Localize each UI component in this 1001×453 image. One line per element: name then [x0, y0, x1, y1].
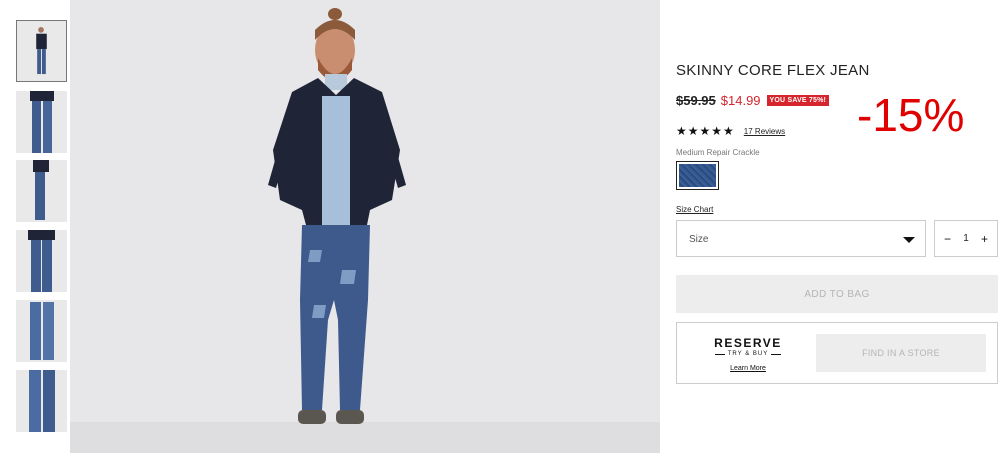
thumbnail-jeans-detail[interactable]	[16, 370, 67, 432]
sale-price: $14.99	[720, 93, 761, 108]
thumbnail-front-full[interactable]	[16, 20, 67, 82]
main-product-image[interactable]	[70, 0, 660, 453]
thumbnail-jeans-side[interactable]	[16, 160, 67, 222]
chevron-down-icon	[903, 237, 915, 243]
size-dropdown-label: Size	[689, 234, 709, 245]
reserve-logo: RESERVE TRY & BUY Learn More	[711, 336, 785, 375]
original-price: $59.95	[676, 93, 716, 108]
find-in-store-button[interactable]: FIND IN A STORE	[816, 334, 986, 372]
quantity-value: 1	[963, 233, 969, 244]
divider-line	[714, 353, 725, 355]
color-swatch[interactable]	[676, 161, 719, 190]
reserve-subtitle-text: TRY & BUY	[727, 351, 769, 357]
reserve-try-buy-panel: RESERVE TRY & BUY Learn More FIND IN A S…	[676, 322, 998, 384]
reviews-link[interactable]: 17 Reviews	[744, 127, 785, 136]
color-name-label: Medium Repair Crackle	[676, 148, 760, 157]
reserve-title: RESERVE	[714, 336, 782, 350]
divider-line	[771, 353, 782, 355]
star-rating-icon: ★★★★★	[676, 124, 735, 138]
color-swatch-image	[679, 164, 716, 187]
thumbnail-jeans-flat[interactable]	[16, 300, 67, 362]
size-dropdown[interactable]: Size	[676, 220, 926, 257]
thumbnail-jeans-front[interactable]	[16, 91, 67, 153]
thumbnail-jeans-back[interactable]	[16, 230, 67, 292]
rating-row: ★★★★★ 17 Reviews	[676, 124, 785, 138]
product-info-panel: SKINNY CORE FLEX JEAN $59.95 $14.99 YOU …	[676, 0, 998, 453]
savings-badge: YOU SAVE 75%!	[766, 95, 830, 106]
discount-overlay: -15%	[857, 89, 965, 141]
reserve-subtitle: TRY & BUY	[711, 351, 785, 357]
thumbnail-gallery	[0, 0, 70, 453]
add-to-bag-button[interactable]: ADD TO BAG	[676, 275, 998, 313]
size-chart-link[interactable]: Size Chart	[676, 205, 713, 214]
quantity-increase-button[interactable]: +	[981, 232, 988, 246]
quantity-decrease-button[interactable]: −	[944, 232, 951, 246]
quantity-stepper[interactable]: − 1 +	[934, 220, 998, 257]
learn-more-link[interactable]: Learn More	[730, 365, 766, 372]
product-title: SKINNY CORE FLEX JEAN	[676, 62, 870, 79]
price-row: $59.95 $14.99 YOU SAVE 75%!	[676, 93, 830, 108]
